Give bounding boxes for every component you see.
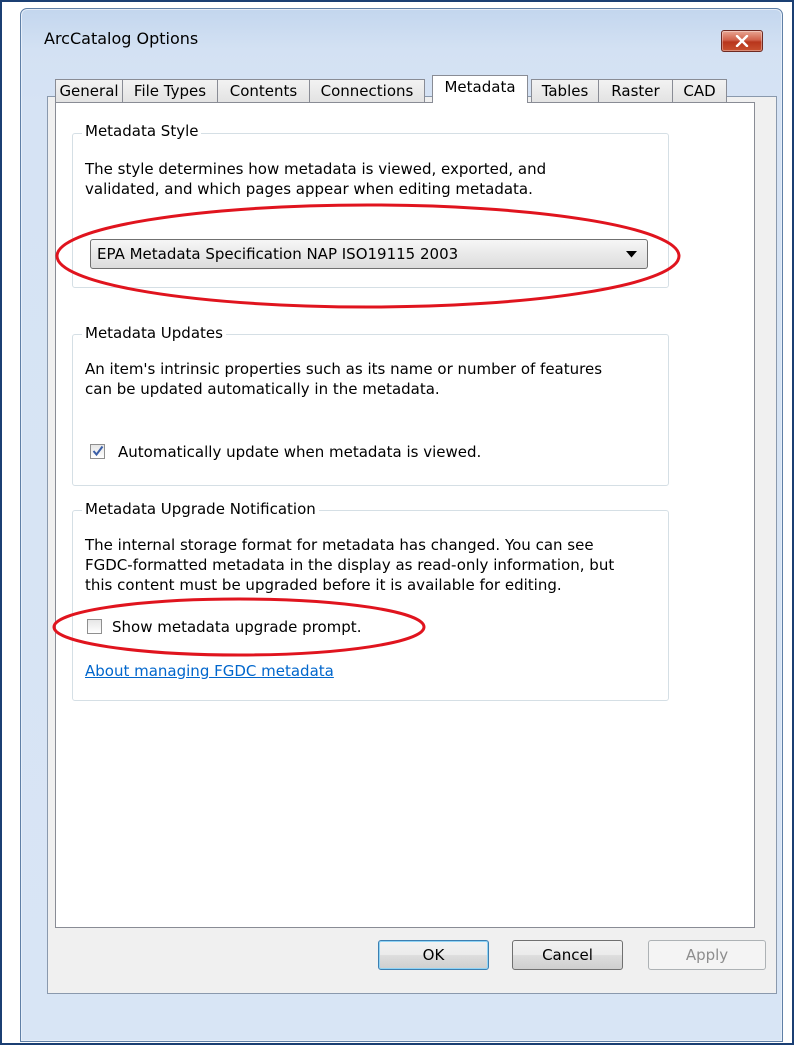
tab-cad[interactable]: CAD <box>672 79 727 102</box>
metadata-style-selected-value: EPA Metadata Specification NAP ISO19115 … <box>97 245 459 263</box>
cancel-button[interactable]: Cancel <box>512 940 623 970</box>
metadata-style-title: Metadata Style <box>82 122 202 140</box>
close-button[interactable] <box>721 30 763 52</box>
auto-update-checkbox[interactable] <box>90 444 105 459</box>
checkmark-icon <box>92 445 104 457</box>
auto-update-label[interactable]: Automatically update when metadata is vi… <box>118 442 481 462</box>
metadata-style-description-line1: The style determines how metadata is vie… <box>85 160 547 178</box>
tab-connections[interactable]: Connections <box>309 79 425 102</box>
metadata-updates-title: Metadata Updates <box>82 324 226 342</box>
metadata-updates-description-line1: An item's intrinsic properties such as i… <box>85 360 603 378</box>
upgrade-prompt-label[interactable]: Show metadata upgrade prompt. <box>112 617 361 637</box>
tab-metadata[interactable]: Metadata <box>432 75 528 103</box>
window-title: ArcCatalog Options <box>44 29 199 48</box>
upgrade-notification-description-line1: The internal storage format for metadata… <box>85 536 594 554</box>
metadata-style-description-line2: validated, and which pages appear when e… <box>85 180 533 198</box>
close-icon <box>735 35 749 47</box>
about-fgdc-metadata-link[interactable]: About managing FGDC metadata <box>85 662 334 680</box>
dropdown-arrow-icon <box>626 251 637 258</box>
metadata-updates-group <box>72 334 669 486</box>
tab-raster[interactable]: Raster <box>598 79 673 102</box>
metadata-style-dropdown[interactable]: EPA Metadata Specification NAP ISO19115 … <box>90 239 648 269</box>
upgrade-notification-title: Metadata Upgrade Notification <box>82 500 319 518</box>
tab-file-types[interactable]: File Types <box>122 79 218 102</box>
tab-contents[interactable]: Contents <box>217 79 310 102</box>
ok-button[interactable]: OK <box>378 940 489 970</box>
metadata-updates-description-line2: can be updated automatically in the meta… <box>85 380 440 398</box>
tab-tables[interactable]: Tables <box>531 79 599 102</box>
upgrade-notification-description-line2: FGDC-formatted metadata in the display a… <box>85 556 615 574</box>
upgrade-notification-description-line3: this content must be upgraded before it … <box>85 576 562 594</box>
tab-general[interactable]: General <box>55 79 123 102</box>
apply-button[interactable]: Apply <box>648 940 766 970</box>
tab-panel-metadata: Metadata Style The style determines how … <box>55 102 755 928</box>
upgrade-prompt-checkbox[interactable] <box>87 619 102 634</box>
